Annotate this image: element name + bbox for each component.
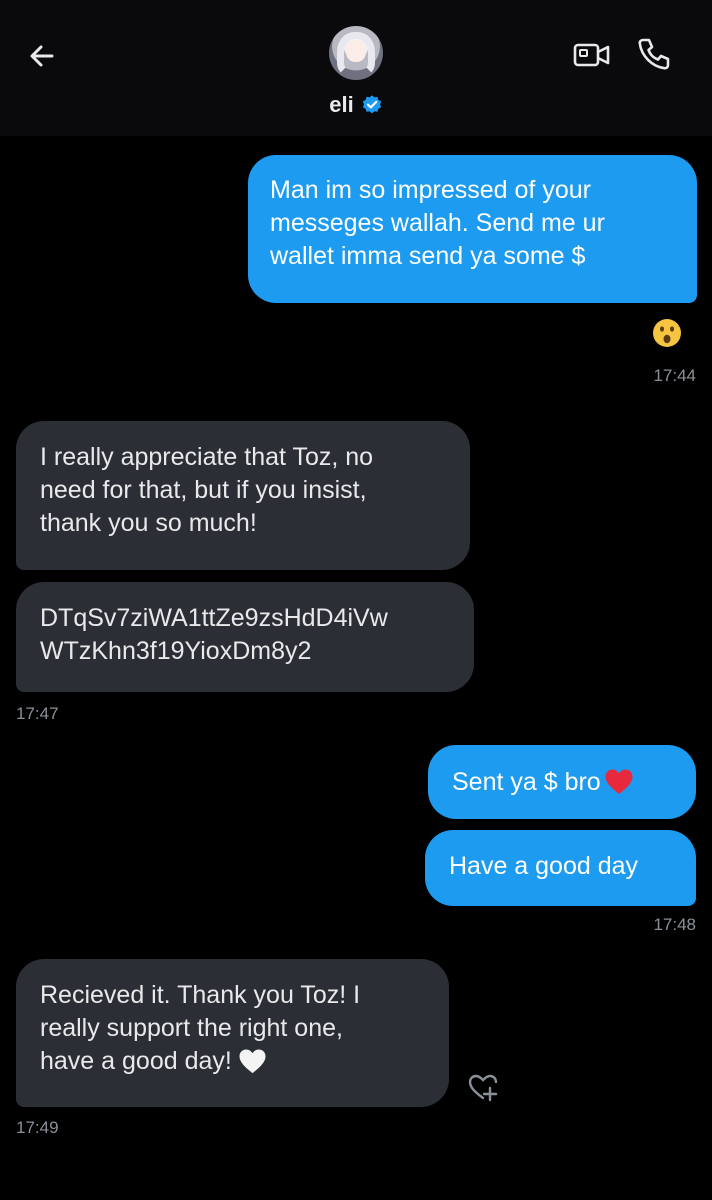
message-text-line: I really appreciate that Toz, no bbox=[40, 443, 374, 471]
message-text-line: really support the right one, bbox=[40, 1014, 343, 1042]
incoming-message-bubble[interactable]: I really appreciate that Toz, no need fo… bbox=[16, 421, 470, 570]
message-text-line: Have a good day bbox=[449, 852, 639, 880]
incoming-message-bubble[interactable]: Recieved it. Thank you Toz! I really sup… bbox=[16, 959, 449, 1107]
message-text-line: wallet imma send ya some $ bbox=[270, 242, 586, 270]
outgoing-message-bubble[interactable]: Have a good day bbox=[425, 830, 696, 906]
message-timestamp: 17:44 bbox=[653, 366, 696, 385]
add-reaction-heart-icon[interactable] bbox=[466, 1070, 500, 1104]
back-arrow-icon[interactable] bbox=[22, 36, 62, 76]
message-text-line: need for that, but if you insist, bbox=[40, 476, 367, 504]
wallet-address-line: WTzKhn3f19YioxDm8y2 bbox=[40, 637, 312, 665]
phone-call-icon[interactable] bbox=[634, 34, 674, 74]
conversation-header: eli bbox=[0, 0, 712, 136]
message-text-line: have a good day! bbox=[40, 1045, 425, 1078]
message-text: have a good day! bbox=[40, 1047, 232, 1075]
outgoing-message-bubble[interactable]: Sent ya $ bro bbox=[428, 745, 696, 819]
white-heart-emoji-icon bbox=[239, 1049, 266, 1074]
message-text-line: messeges wallah. Send me ur bbox=[270, 209, 605, 237]
verified-badge-icon bbox=[362, 95, 381, 114]
red-heart-emoji-icon bbox=[605, 769, 633, 794]
wallet-address-line: DTqSv7ziWA1ttZe9zsHdD4iVw bbox=[40, 604, 388, 632]
message-timestamp: 17:47 bbox=[16, 704, 59, 723]
incoming-message-bubble[interactable]: DTqSv7ziWA1ttZe9zsHdD4iVw WTzKhn3f19Yiox… bbox=[16, 582, 474, 692]
avatar[interactable] bbox=[329, 26, 383, 80]
message-text-line: thank you so much! bbox=[40, 509, 257, 537]
message-timestamp: 17:49 bbox=[16, 1118, 59, 1137]
message-text-line: Recieved it. Thank you Toz! I bbox=[40, 981, 361, 1009]
video-call-icon[interactable] bbox=[572, 38, 612, 72]
message-timestamp: 17:48 bbox=[653, 915, 696, 934]
avatar-face bbox=[346, 40, 366, 62]
message-text-line: Sent ya $ bro bbox=[452, 767, 601, 796]
contact-name: eli bbox=[329, 92, 354, 117]
message-text-line: Man im so impressed of your bbox=[270, 176, 591, 204]
outgoing-message-bubble[interactable]: Man im so impressed of your messeges wal… bbox=[248, 155, 697, 303]
contact-name-row[interactable]: eli bbox=[0, 92, 712, 118]
surprised-face-reaction-icon[interactable] bbox=[650, 316, 684, 350]
